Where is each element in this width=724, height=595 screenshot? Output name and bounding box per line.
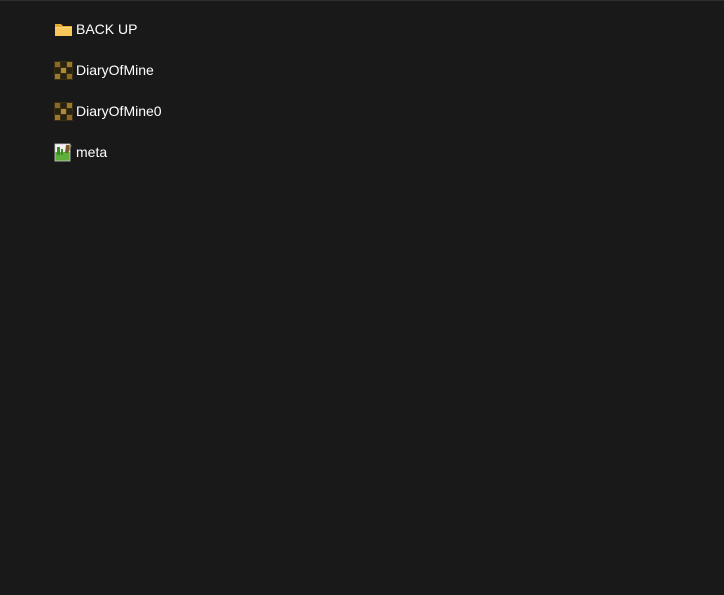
text-file-icon [54,143,72,161]
file-item-diaryofmine0[interactable]: DiaryOfMine0 [54,101,162,121]
file-name-label: BACK UP [76,21,138,37]
minecraft-world-icon [54,60,73,80]
file-name-label: DiaryOfMine0 [76,103,162,119]
file-list: BACK UP DiaryOfMine DiaryOfMine0 meta [54,19,162,183]
file-item-meta[interactable]: meta [54,142,162,162]
file-item-diaryofmine[interactable]: DiaryOfMine [54,60,162,80]
folder-icon [55,23,72,36]
window-top-border [0,0,724,1]
file-item-back-up[interactable]: BACK UP [54,19,162,39]
minecraft-world-icon [54,101,73,121]
file-name-label: meta [76,144,108,160]
file-name-label: DiaryOfMine [76,62,154,78]
